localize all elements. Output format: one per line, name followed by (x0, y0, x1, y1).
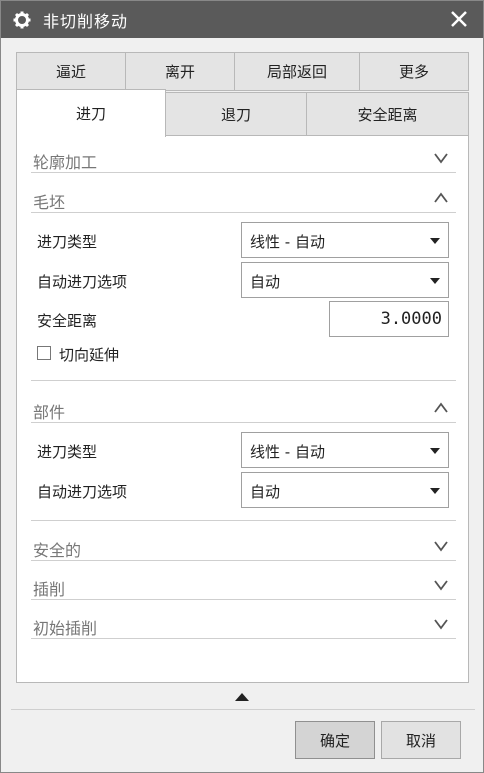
safe-distance-input[interactable]: 3.0000 (329, 301, 449, 337)
chevron-down-icon[interactable] (432, 576, 450, 594)
divider (31, 520, 456, 521)
blank-auto-engage-select[interactable]: 自动 (241, 262, 449, 298)
section-part[interactable]: 部件 (31, 393, 456, 423)
part-engage-type-value: 线性 - 自动 (250, 443, 325, 461)
safe-distance-label: 安全距离 (37, 312, 98, 330)
tab-retract[interactable]: 退刀 (165, 92, 307, 136)
blank-engage-type-label: 进刀类型 (37, 233, 98, 251)
section-part-label: 部件 (33, 403, 66, 422)
dropdown-arrow-icon (430, 448, 440, 454)
section-profile-label: 轮廓加工 (33, 153, 98, 172)
section-profile[interactable]: 轮廓加工 (31, 143, 456, 173)
tab-local-return[interactable]: 局部返回 (234, 52, 360, 91)
part-auto-engage-value: 自动 (250, 483, 281, 501)
part-engage-type-label: 进刀类型 (37, 443, 98, 461)
window-title: 非切削移动 (43, 11, 129, 31)
tab-departure[interactable]: 离开 (125, 52, 235, 91)
section-initial-plunge-label: 初始插削 (33, 619, 98, 638)
divider (31, 380, 456, 381)
blank-engage-type-value: 线性 - 自动 (250, 233, 325, 251)
blank-auto-engage-value: 自动 (250, 273, 281, 291)
non-cutting-moves-dialog: 非切削移动 逼近 离开 局部返回 更多 退刀 安全距离 进刀 轮廓加工 毛坯 进… (0, 0, 484, 773)
divider (11, 709, 475, 710)
chevron-up-icon[interactable] (432, 399, 450, 417)
gear-icon (11, 9, 33, 31)
cancel-button[interactable]: 取消 (381, 721, 461, 759)
chevron-down-icon[interactable] (432, 149, 450, 167)
part-engage-type-select[interactable]: 线性 - 自动 (241, 432, 449, 468)
title-bar[interactable]: 非切削移动 (1, 1, 483, 38)
section-safe-label: 安全的 (33, 541, 82, 560)
section-initial-plunge[interactable]: 初始插削 (31, 609, 456, 639)
section-blank[interactable]: 毛坯 (31, 183, 456, 213)
tangent-extension-checkbox[interactable] (37, 346, 51, 360)
ok-button[interactable]: 确定 (295, 721, 375, 759)
tab-more[interactable]: 更多 (359, 52, 469, 91)
dropdown-arrow-icon (430, 488, 440, 494)
chevron-up-icon[interactable] (432, 189, 450, 207)
section-safe[interactable]: 安全的 (31, 531, 456, 561)
tab-engage[interactable]: 进刀 (16, 89, 166, 137)
dropdown-arrow-icon (430, 238, 440, 244)
chevron-down-icon[interactable] (432, 537, 450, 555)
close-icon[interactable] (445, 5, 473, 33)
part-auto-engage-label: 自动进刀选项 (37, 483, 128, 501)
chevron-down-icon[interactable] (432, 615, 450, 633)
section-plunge-label: 插削 (33, 580, 66, 599)
tab-approach[interactable]: 逼近 (16, 52, 126, 91)
tangent-extension-label: 切向延伸 (59, 346, 120, 364)
section-plunge[interactable]: 插削 (31, 570, 456, 600)
blank-auto-engage-label: 自动进刀选项 (37, 273, 128, 291)
collapse-up-icon[interactable] (235, 693, 249, 701)
section-blank-label: 毛坯 (33, 193, 66, 212)
part-auto-engage-select[interactable]: 自动 (241, 472, 449, 508)
blank-engage-type-select[interactable]: 线性 - 自动 (241, 222, 449, 258)
tab-safe-distance[interactable]: 安全距离 (306, 92, 469, 136)
dropdown-arrow-icon (430, 278, 440, 284)
